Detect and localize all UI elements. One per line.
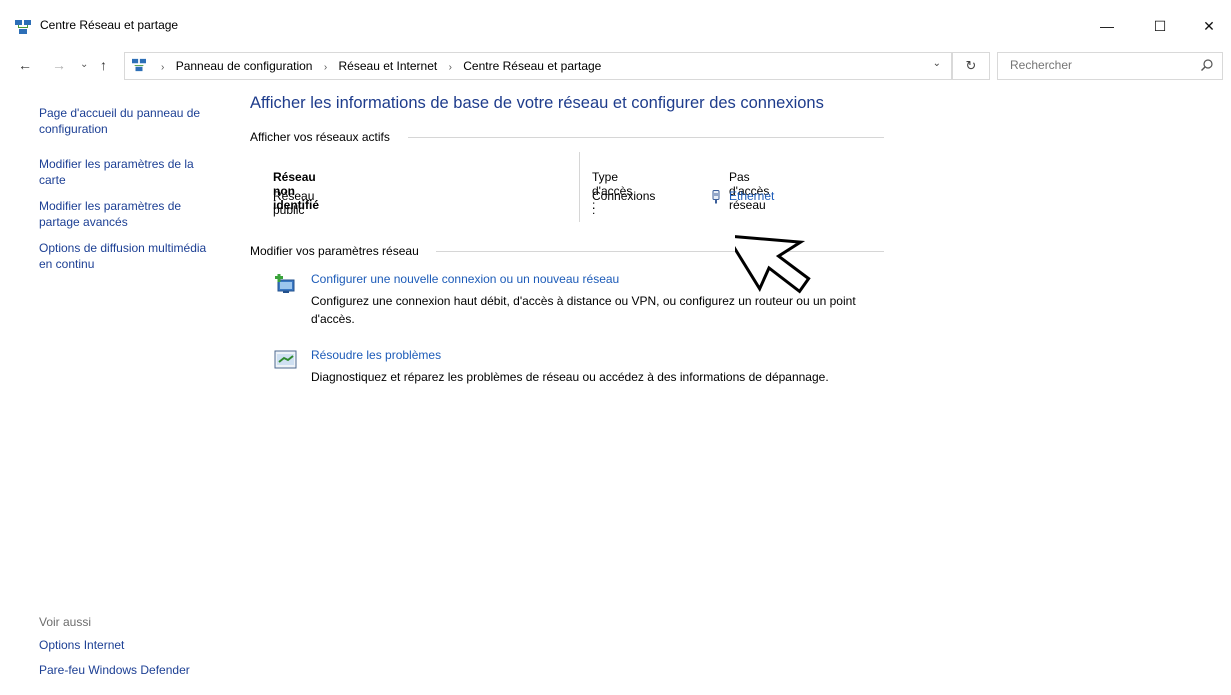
- troubleshoot-description: Diagnostiquez et réparez les problèmes d…: [311, 370, 829, 384]
- page-title: Afficher les informations de base de vot…: [250, 94, 824, 112]
- ethernet-icon: [712, 190, 720, 204]
- window-title: Centre Réseau et partage: [40, 18, 179, 32]
- ethernet-connection-link[interactable]: Ethernet: [729, 189, 774, 203]
- sidebar-link-windows-firewall[interactable]: Pare-feu Windows Defender: [39, 662, 219, 678]
- connections-label: Connexions :: [592, 189, 656, 217]
- back-arrow-icon[interactable]: ←: [18, 57, 32, 73]
- breadcrumb-separator-icon[interactable]: ›: [324, 62, 327, 73]
- sidebar-link-adapter-settings[interactable]: Modifier les paramètres de la carte: [39, 156, 219, 188]
- address-dropdown-icon[interactable]: ⌄: [933, 58, 941, 69]
- refresh-button[interactable]: ↻: [952, 52, 990, 80]
- forward-arrow-icon[interactable]: →: [52, 57, 66, 73]
- search-box[interactable]: [997, 52, 1223, 80]
- sidebar: Page d'accueil du panneau de configurati…: [0, 96, 230, 695]
- active-networks-title: Afficher vos réseaux actifs: [250, 130, 390, 144]
- change-settings-title: Modifier vos paramètres réseau: [250, 244, 419, 258]
- see-also-label: Voir aussi: [39, 615, 92, 629]
- sidebar-link-advanced-sharing[interactable]: Modifier les paramètres de partage avanc…: [39, 198, 219, 230]
- pointer-arrow-icon: [735, 234, 811, 294]
- network-center-icon: [15, 20, 31, 34]
- section-divider: [408, 137, 884, 138]
- breadcrumb-separator-icon[interactable]: ›: [161, 62, 164, 73]
- vertical-divider: [579, 152, 580, 222]
- sidebar-link-control-panel-home[interactable]: Page d'accueil du panneau de configurati…: [39, 105, 219, 137]
- search-icon[interactable]: [1200, 58, 1214, 72]
- breadcrumb-control-panel[interactable]: Panneau de configuration: [176, 59, 313, 73]
- search-input[interactable]: [1008, 57, 1192, 73]
- breadcrumb-network-internet[interactable]: Réseau et Internet: [339, 59, 438, 73]
- address-bar[interactable]: › Panneau de configuration › Réseau et I…: [124, 52, 952, 80]
- network-category: Réseau public: [273, 189, 315, 217]
- minimize-button[interactable]: —: [1084, 12, 1130, 40]
- breadcrumb-separator-icon[interactable]: ›: [449, 62, 452, 73]
- title-bar: Centre Réseau et partage — ☐ ✕: [0, 0, 1231, 40]
- sidebar-link-media-streaming[interactable]: Options de diffusion multimédia en conti…: [39, 240, 219, 272]
- breadcrumb: › Panneau de configuration › Réseau et I…: [153, 59, 601, 73]
- maximize-button[interactable]: ☐: [1137, 12, 1183, 40]
- breadcrumb-network-center[interactable]: Centre Réseau et partage: [463, 59, 601, 73]
- navigation-bar: ← → ⌄ ↑ › Panneau de configuration › Rés…: [0, 50, 1231, 80]
- new-connection-icon: [275, 274, 295, 293]
- new-connection-link[interactable]: Configurer une nouvelle connexion ou un …: [311, 272, 619, 286]
- close-button[interactable]: ✕: [1186, 12, 1231, 40]
- troubleshoot-icon: [274, 350, 297, 369]
- up-arrow-icon[interactable]: ↑: [100, 57, 107, 73]
- sidebar-link-internet-options[interactable]: Options Internet: [39, 637, 219, 653]
- troubleshoot-link[interactable]: Résoudre les problèmes: [311, 348, 441, 362]
- recent-locations-chevron-icon[interactable]: ⌄: [80, 59, 88, 70]
- control-panel-icon: [132, 58, 146, 72]
